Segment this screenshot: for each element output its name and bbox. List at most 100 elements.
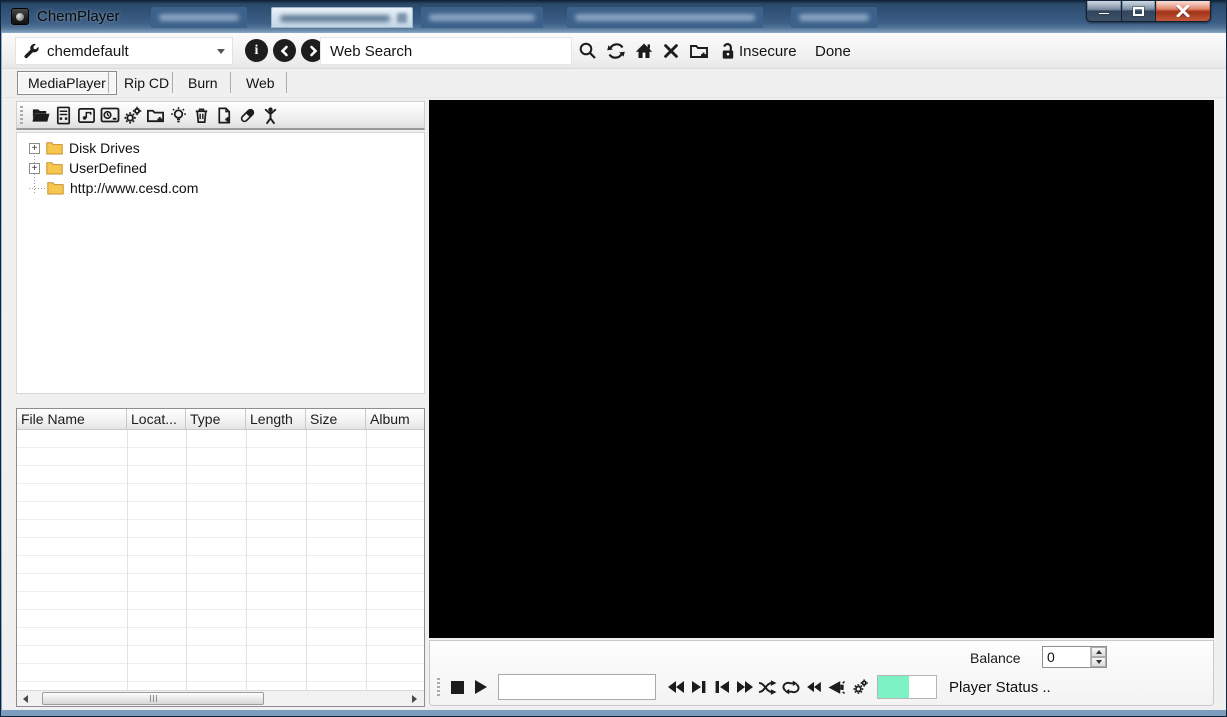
toolbar-grip-handle[interactable]	[437, 678, 440, 696]
tree-item-label: UserDefined	[69, 160, 147, 176]
skip-start-icon	[715, 681, 729, 693]
skip-end-button[interactable]	[687, 676, 710, 699]
progress-fill	[878, 676, 910, 698]
settings-button[interactable]	[121, 104, 144, 127]
stop-button[interactable]	[446, 676, 469, 699]
delete-button[interactable]	[190, 104, 213, 127]
blurred-tab[interactable]	[567, 7, 763, 28]
tab-separator	[108, 72, 109, 93]
scrollbar-thumb[interactable]	[42, 692, 264, 705]
spin-up-button[interactable]	[1091, 647, 1106, 657]
chevron-down-icon	[217, 48, 225, 54]
open-folder-button[interactable]	[29, 104, 52, 127]
mode-tabstrip: MediaPlayer Rip CD Burn Web	[2, 69, 1226, 98]
blurred-tab[interactable]	[151, 7, 247, 28]
toolbar-grip-handle[interactable]	[20, 106, 23, 124]
blurred-tab[interactable]	[791, 7, 877, 28]
trash-icon	[195, 107, 208, 123]
add-file-icon	[218, 107, 231, 123]
seek-input[interactable]	[498, 674, 656, 700]
tab-mediaplayer[interactable]: MediaPlayer	[17, 71, 117, 95]
play-icon	[474, 680, 487, 694]
skip-end-icon	[691, 681, 705, 693]
column-header-location[interactable]: Locat...	[127, 409, 186, 429]
arrow-down-icon	[1095, 660, 1102, 664]
blurred-text	[159, 14, 239, 21]
scroll-left-button[interactable]	[17, 691, 33, 706]
close-icon[interactable]	[397, 13, 407, 23]
column-header-length[interactable]: Length	[246, 409, 306, 429]
folder-icon	[46, 162, 63, 175]
column-header-type[interactable]: Type	[186, 409, 246, 429]
done-button[interactable]: Done	[815, 43, 851, 60]
seek-back-button[interactable]	[802, 676, 825, 699]
blurred-tab[interactable]	[421, 7, 543, 28]
fast-forward-icon	[736, 681, 753, 693]
repeat-icon	[782, 680, 799, 694]
light-bulb-button[interactable]	[167, 104, 190, 127]
web-search-input[interactable]: Web Search	[320, 37, 572, 65]
profile-value: chemdefault	[47, 42, 129, 60]
profile-combobox[interactable]: chemdefault	[15, 37, 233, 65]
blurred-tab-active[interactable]	[271, 7, 413, 28]
tree-item-userdefined[interactable]: + UserDefined	[29, 158, 424, 178]
maximize-icon	[1132, 5, 1145, 17]
fast-forward-button[interactable]	[733, 676, 756, 699]
search-button[interactable]	[577, 40, 599, 62]
arrow-up-icon	[1095, 650, 1102, 654]
horizontal-scrollbar[interactable]	[17, 690, 424, 706]
table-body[interactable]	[17, 430, 424, 690]
balance-spinner[interactable]: 0	[1042, 646, 1107, 668]
refresh-button[interactable]	[605, 40, 627, 62]
back-icon	[280, 45, 288, 56]
tab-burn[interactable]: Burn	[178, 71, 228, 95]
tree-item-disk-drives[interactable]: + Disk Drives	[29, 138, 424, 158]
close-button[interactable]	[1155, 1, 1211, 22]
add-folder-button[interactable]	[688, 40, 710, 62]
info-button[interactable]: i	[245, 39, 268, 62]
video-display[interactable]	[429, 100, 1214, 638]
player-progress-bar[interactable]	[877, 675, 937, 699]
app-icon	[11, 8, 29, 25]
repeat-button[interactable]	[779, 676, 802, 699]
library-toolbar	[16, 101, 425, 130]
back-button[interactable]	[273, 39, 296, 62]
skip-start-button[interactable]	[710, 676, 733, 699]
eraser-button[interactable]	[236, 104, 259, 127]
shuffle-button[interactable]	[756, 676, 779, 699]
spin-down-button[interactable]	[1091, 657, 1106, 667]
media-file-button[interactable]	[75, 104, 98, 127]
shuffle-icon	[758, 679, 777, 695]
tab-rip-cd[interactable]: Rip CD	[114, 71, 179, 95]
stop-load-button[interactable]	[660, 40, 682, 62]
tab-web[interactable]: Web	[236, 71, 285, 95]
expand-icon[interactable]: +	[29, 142, 40, 154]
unlock-icon	[722, 42, 733, 59]
column-header-size[interactable]: Size	[306, 409, 366, 429]
maximize-button[interactable]	[1122, 1, 1155, 22]
home-button[interactable]	[633, 40, 655, 62]
grid-line	[246, 430, 247, 690]
tree-item-cesd-url[interactable]: http://www.cesd.com	[29, 178, 424, 198]
library-button[interactable]	[52, 104, 75, 127]
column-header-file-name[interactable]: File Name	[17, 409, 127, 429]
player-settings-button[interactable]	[848, 676, 871, 699]
blurred-text	[429, 14, 535, 21]
tab-label: Burn	[188, 75, 218, 91]
play-button[interactable]	[469, 676, 492, 699]
blurred-text	[575, 14, 755, 21]
add-folder-button[interactable]	[144, 104, 167, 127]
announce-button[interactable]	[825, 676, 848, 699]
minimize-button[interactable]	[1086, 1, 1122, 22]
tree-connector	[29, 187, 46, 189]
expand-icon[interactable]: +	[29, 162, 40, 174]
column-header-album[interactable]: Album	[366, 409, 424, 429]
folder-icon	[46, 142, 63, 155]
rewind-button[interactable]	[664, 676, 687, 699]
artist-button[interactable]	[259, 104, 282, 127]
disk-drive-button[interactable]	[98, 104, 121, 127]
scroll-right-button[interactable]	[406, 691, 422, 706]
add-file-button[interactable]	[213, 104, 236, 127]
security-button[interactable]	[716, 40, 738, 62]
close-x-icon	[664, 44, 678, 58]
